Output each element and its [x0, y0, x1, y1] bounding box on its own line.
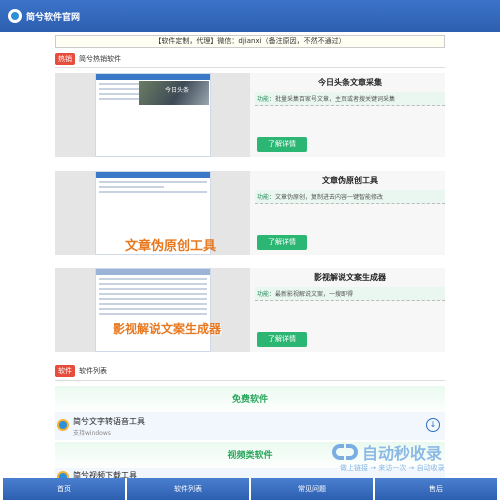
- app-icon: [57, 419, 69, 431]
- hot-section-header: 热销 简兮热销软件: [55, 52, 121, 66]
- hot-section-title: 简兮热销软件: [79, 55, 121, 63]
- divider: [55, 380, 445, 381]
- nav-software-list[interactable]: 软件列表: [127, 478, 249, 500]
- nav-home[interactable]: 首页: [3, 478, 125, 500]
- site-title[interactable]: 简兮软件官网: [26, 10, 80, 23]
- divider: [55, 67, 445, 68]
- feature-label: 功能：: [257, 291, 276, 298]
- watermark: 自动秒收录 做上链接 → 来访一次 → 自动收录: [332, 440, 492, 476]
- app-name[interactable]: 简兮文字转语音工具: [73, 416, 145, 427]
- hot-tag: 热销: [55, 53, 75, 65]
- feature-text: 最新影视解说文案，一搜即得: [275, 291, 354, 298]
- image-caption: 影视解说文案生成器: [113, 322, 222, 336]
- bottom-nav: 首页 软件列表 常见问题 售后: [0, 478, 500, 500]
- feature-label: 功能：: [257, 96, 276, 103]
- product-title[interactable]: 今日头条文章采集: [255, 77, 445, 89]
- product-image[interactable]: 文章伪原创工具: [55, 171, 250, 255]
- product-image[interactable]: 影视解说文案生成器: [55, 268, 250, 352]
- category-free: 免费软件: [55, 386, 445, 414]
- product-card: 影视解说文案生成器 影视解说文案生成器 功能：最新影视解说文案，一搜即得 了解详…: [55, 268, 445, 352]
- nav-faq[interactable]: 常见问题: [251, 478, 373, 500]
- image-caption: 文章伪原创工具: [125, 239, 217, 254]
- top-bar: 简兮软件官网: [0, 0, 500, 32]
- feature-text: 批量采集百家号文章，主页或者搜关键词采集: [275, 96, 396, 103]
- software-tag: 软件: [55, 365, 75, 377]
- watermark-subtext: 做上链接 → 来访一次 → 自动收录: [340, 464, 445, 472]
- watermark-text: 自动秒收录: [362, 444, 443, 463]
- product-title[interactable]: 文章伪原创工具: [255, 175, 445, 187]
- download-icon[interactable]: ↓: [426, 418, 440, 432]
- product-feature: 功能：最新影视解说文案，一搜即得: [255, 287, 445, 301]
- logo-icon[interactable]: [8, 9, 22, 23]
- product-title[interactable]: 影视解说文案生成器: [255, 272, 445, 284]
- product-image[interactable]: 今日头条: [55, 73, 250, 157]
- learn-more-button[interactable]: 了解详情: [257, 332, 307, 347]
- learn-more-button[interactable]: 了解详情: [257, 235, 307, 250]
- learn-more-button[interactable]: 了解详情: [257, 137, 307, 152]
- product-feature: 功能：批量采集百家号文章，主页或者搜关键词采集: [255, 92, 445, 106]
- product-feature: 功能：文章伪原创，复制进去内容一键智能修改: [255, 190, 445, 204]
- nav-after-sales[interactable]: 售后: [375, 478, 497, 500]
- product-card: 文章伪原创工具 文章伪原创工具 功能：文章伪原创，复制进去内容一键智能修改 了解…: [55, 171, 445, 255]
- watermark-logo-icon: [332, 440, 362, 464]
- product-card: 今日头条 今日头条文章采集 功能：批量采集百家号文章，主页或者搜关键词采集 了解…: [55, 73, 445, 157]
- app-subtitle: 支持windows: [73, 430, 111, 437]
- feature-label: 功能：: [257, 194, 276, 201]
- feature-text: 文章伪原创，复制进去内容一键智能修改: [275, 194, 384, 201]
- software-section-header: 软件 软件列表: [55, 364, 107, 378]
- notice-banner: 【软件定制，代理】微信：djianxi（备注原因，不然不通过）: [55, 35, 445, 48]
- software-section-title: 软件列表: [79, 367, 107, 375]
- app-row[interactable]: 简兮文字转语音工具 支持windows ↓: [55, 412, 445, 440]
- image-caption: 今日头条: [165, 87, 190, 94]
